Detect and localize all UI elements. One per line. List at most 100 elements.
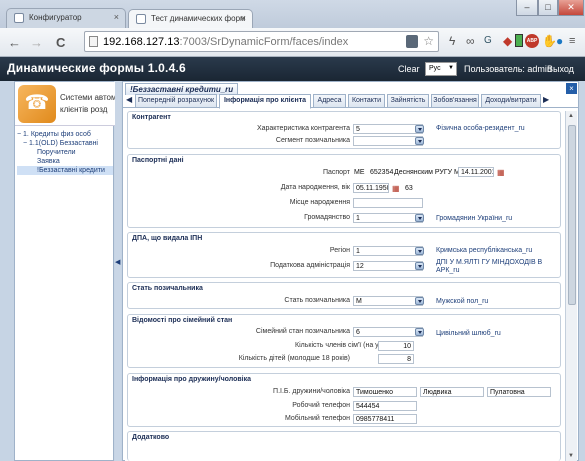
calendar-icon[interactable]: ▦	[392, 184, 401, 193]
borrower-segment-label: Сегмент позичальника	[275, 137, 350, 144]
hand-icon[interactable]: ✋	[542, 35, 557, 47]
dob-field[interactable]: 05.11.1950	[353, 183, 389, 193]
tab-address[interactable]: Адреса	[313, 94, 346, 108]
tab-obligations[interactable]: Зобов'язання	[431, 94, 479, 108]
paint-icon[interactable]: ◆	[503, 35, 512, 47]
passport-series: МЕ	[354, 169, 365, 176]
battery-icon[interactable]	[515, 34, 523, 47]
browser-tab-dynamic-forms[interactable]: Тест динамических форм ×	[128, 9, 253, 28]
maximize-window-icon[interactable]: □	[538, 0, 558, 16]
section-family: Відомості про сімейний стан Сімейний ста…	[127, 314, 561, 368]
tab-client-info[interactable]: Інформація про клієнта	[219, 94, 311, 109]
tree-item-old-unsecured[interactable]: − 1.1(OLD) Беззаставні	[17, 139, 113, 148]
thunder-icon[interactable]: ϟ	[449, 35, 455, 47]
tree-item-application[interactable]: Заявка	[17, 157, 113, 166]
work-phone-label: Робочий телефон	[292, 402, 350, 409]
translate-icon[interactable]: G	[484, 35, 492, 47]
close-tab-icon[interactable]: ×	[241, 13, 246, 23]
scroll-up-icon[interactable]: ▲	[568, 113, 574, 119]
collapse-arrow-icon[interactable]: ◀	[115, 258, 120, 266]
region-info: Кримська республіканська_ru	[436, 247, 533, 254]
dob-label: Дата народження, вік	[280, 184, 350, 191]
reload-icon[interactable]: C	[56, 35, 65, 50]
back-arrow-icon[interactable]: ←	[8, 35, 21, 50]
exit-button[interactable]: Выход	[547, 64, 574, 74]
calendar-icon[interactable]: ▦	[497, 168, 506, 177]
family-members-field[interactable]: 10	[378, 341, 414, 351]
section-passport: Паспортні дані Паспорт МЕ 652354 Деснянс…	[127, 154, 561, 228]
tab-employment[interactable]: Зайнятість	[387, 94, 429, 108]
address-bar[interactable]: 192.168.127.13:7003/SrDynamicForm/faces/…	[84, 31, 439, 52]
banner-text: Системи автом клієнтів розд	[60, 93, 115, 114]
menu-icon[interactable]: ≡	[569, 35, 575, 47]
work-phone-field[interactable]: 544454	[353, 401, 417, 411]
gender-field[interactable]: М	[353, 296, 423, 306]
citizenship-info: Громадянин України_ru	[436, 215, 513, 222]
panel-splitter[interactable]: ◀	[115, 81, 121, 461]
tree-item-credits[interactable]: − 1. Кредиты физ особ	[17, 130, 113, 139]
adblock-icon[interactable]: ABP	[525, 34, 539, 48]
counterparty-char-info: Фізична особа-резидент_ru	[436, 125, 525, 132]
forward-arrow-icon[interactable]: →	[30, 35, 43, 50]
minimize-window-icon[interactable]: –	[516, 0, 538, 16]
borrower-segment-field[interactable]	[353, 136, 423, 146]
product-tree: − 1. Кредиты физ особ − 1.1(OLD) Беззаст…	[17, 130, 113, 175]
chevron-down-icon[interactable]	[415, 125, 424, 133]
scrollbar-thumb[interactable]	[568, 125, 576, 305]
birthplace-field[interactable]	[353, 198, 423, 208]
close-tab-icon[interactable]: ×	[114, 12, 119, 22]
language-select[interactable]: Рус	[425, 62, 457, 76]
scroll-down-icon[interactable]: ▼	[568, 453, 574, 459]
spouse-first-name-field[interactable]: Людвика	[420, 387, 484, 397]
tax-admin-field[interactable]: 12	[353, 261, 423, 271]
spouse-middle-name-field[interactable]: Пулатовна	[487, 387, 551, 397]
spouse-name-label: П.І.Б. дружини/чоловіка	[273, 388, 350, 395]
marital-status-info: Цивільний шлюб_ru	[436, 330, 501, 337]
chevron-down-icon[interactable]	[415, 137, 424, 145]
left-panel: ☎ Системи автом клієнтів розд − 1. Креди…	[14, 81, 115, 461]
children-count-field[interactable]: 8	[378, 354, 414, 364]
marital-status-field[interactable]: 6	[353, 327, 423, 337]
edit-icon[interactable]	[406, 35, 418, 48]
mobile-phone-field[interactable]: 0985778411	[353, 414, 417, 424]
tree-item-guarantors[interactable]: Поручители	[17, 148, 113, 157]
system-banner: ☎ Системи автом клієнтів розд	[15, 82, 115, 126]
counterparty-char-field[interactable]: 5	[353, 124, 423, 134]
clear-button[interactable]: Clear	[398, 64, 420, 74]
chevron-down-icon[interactable]	[415, 297, 424, 305]
tree-item-unsecured-credits[interactable]: !Беззаставні кредити	[17, 166, 113, 175]
tax-admin-label: Податкова адміністрація	[270, 262, 350, 269]
chevron-down-icon[interactable]	[415, 328, 424, 336]
passport-number: 652354	[370, 169, 394, 176]
phone-logo-icon: ☎	[18, 85, 56, 123]
tab-income-expenses[interactable]: Доходи/витрати	[481, 94, 541, 108]
passport-issue-date[interactable]: 14.11.2001	[458, 167, 494, 177]
section-title: Паспортні дані	[132, 157, 184, 164]
tab-preliminary-calc[interactable]: Попередній розрахунок	[135, 94, 217, 108]
user-label: Пользователь: admin	[464, 64, 552, 74]
star-icon[interactable]: ☆	[423, 34, 434, 48]
bike-icon[interactable]: ∞	[466, 35, 475, 47]
form-scrollbar[interactable]: ▲ ▼	[565, 111, 577, 461]
region-field[interactable]: 1	[353, 246, 423, 256]
app-title: Динамические формы 1.0.4.6	[7, 61, 186, 75]
spouse-last-name-field[interactable]: Тимошенко	[353, 387, 417, 397]
chevron-down-icon[interactable]	[415, 214, 424, 222]
tax-admin-info-line2: АРК_ru	[436, 267, 460, 274]
section-title: Контрагент	[132, 114, 171, 121]
close-form-icon[interactable]: ×	[566, 83, 577, 94]
section-title: Додатково	[132, 434, 170, 441]
browser-tab-strip: Конфигуратор × Тест динамических форм × …	[0, 0, 585, 28]
chevron-down-icon[interactable]	[415, 247, 424, 255]
tab-scroll-right-icon[interactable]: ▶	[543, 95, 549, 104]
tab-scroll-left-icon[interactable]: ◀	[126, 95, 132, 104]
citizenship-label: Громадянство	[304, 214, 350, 221]
close-window-icon[interactable]: ✕	[558, 0, 584, 16]
citizenship-field[interactable]: 1	[353, 213, 423, 223]
chevron-down-icon[interactable]	[415, 262, 424, 270]
url-text: 192.168.127.13:7003/SrDynamicForm/faces/…	[103, 36, 349, 48]
tab-contacts[interactable]: Контакти	[348, 94, 385, 108]
section-spouse: Інформація про дружину/чоловіка П.І.Б. д…	[127, 373, 561, 427]
user-icon[interactable]: ●	[556, 35, 563, 47]
browser-tab-configurator[interactable]: Конфигуратор ×	[6, 8, 126, 28]
